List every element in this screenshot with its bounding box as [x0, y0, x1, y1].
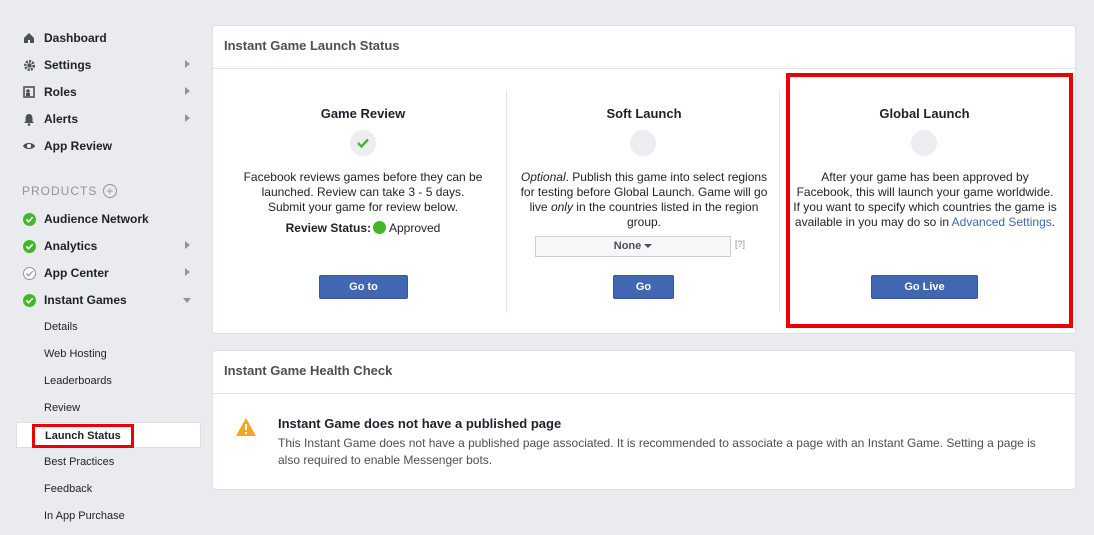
roles-icon	[22, 85, 36, 99]
approved-dot-icon	[372, 221, 386, 234]
review-status-line: Review Status: Approved	[223, 221, 503, 236]
soft-launch-text-2: in the countries listed in the region gr…	[572, 200, 759, 229]
game-review-column: Game Review Facebook reviews games befor…	[223, 70, 503, 330]
sub-item-feedback[interactable]: Feedback	[44, 481, 92, 497]
add-product-icon[interactable]: +	[103, 184, 118, 198]
nav-alerts[interactable]: Alerts	[22, 109, 194, 129]
product-label: Audience Network	[44, 212, 149, 226]
review-check-icon	[350, 130, 376, 156]
dashboard-icon	[22, 31, 36, 45]
product-instant-games[interactable]: Instant Games	[22, 290, 194, 310]
region-group-select[interactable]: None	[535, 236, 731, 257]
region-select-value: None	[613, 240, 642, 252]
soft-launch-column: Soft Launch Optional. Publish this game …	[513, 70, 775, 330]
status-check-icon	[22, 212, 36, 226]
optional-text: Optional	[520, 170, 566, 184]
review-status-value: Approved	[388, 221, 441, 235]
chevron-right-icon	[185, 60, 190, 68]
bell-icon	[22, 112, 36, 126]
product-analytics[interactable]: Analytics	[22, 236, 194, 256]
chevron-down-icon	[183, 298, 191, 303]
nav-roles-label: Roles	[44, 85, 77, 99]
product-label: Instant Games	[44, 293, 127, 307]
gear-icon	[22, 58, 36, 72]
products-header: PRODUCTS +	[22, 184, 118, 198]
game-review-description: Facebook reviews games before they can b…	[243, 170, 483, 214]
status-check-outline-icon	[22, 266, 36, 280]
products-label: PRODUCTS	[22, 184, 98, 198]
nav-alerts-label: Alerts	[44, 112, 79, 126]
product-app-center[interactable]: App Center	[22, 263, 194, 283]
game-review-title: Game Review	[320, 106, 406, 121]
warning-text: This Instant Game does not have a publis…	[278, 436, 1036, 467]
sub-item-details[interactable]: Details	[44, 319, 78, 335]
divider	[779, 90, 780, 313]
sub-item-in-app-purchase[interactable]: In App Purchase	[44, 508, 125, 524]
soft-launch-description: Optional. Publish this game into select …	[518, 170, 770, 230]
warning-icon	[235, 417, 257, 440]
go-to-review-button[interactable]: Go to Review	[319, 275, 408, 315]
health-check-panel: Instant Game Health Check Instant Game d…	[212, 350, 1076, 490]
go-live-button[interactable]: Go Live	[613, 275, 674, 315]
nav-settings-label: Settings	[44, 58, 92, 72]
global-launch-highlight	[786, 73, 1073, 328]
product-audience-network[interactable]: Audience Network	[22, 209, 194, 229]
soft-launch-status-icon	[630, 130, 656, 156]
nav-app-review-label: App Review	[44, 139, 113, 153]
nav-dashboard-label: Dashboard	[44, 31, 107, 45]
divider	[506, 90, 507, 313]
review-status-label: Review Status:	[285, 221, 371, 235]
product-label: Analytics	[44, 239, 98, 253]
product-label: App Center	[44, 266, 109, 280]
chevron-right-icon	[185, 114, 190, 122]
eye-icon	[22, 139, 36, 153]
sub-item-web-hosting[interactable]: Web Hosting	[44, 346, 107, 362]
status-check-icon	[22, 239, 36, 253]
warning-title: Instant Game does not have a published p…	[278, 416, 562, 431]
nav-roles[interactable]: Roles	[22, 82, 194, 102]
only-text: only	[550, 200, 573, 214]
nav-settings[interactable]: Settings	[22, 55, 194, 75]
chevron-right-icon	[185, 87, 190, 95]
panel-title: Instant Game Launch Status	[213, 26, 1075, 69]
nav-app-review[interactable]: App Review	[22, 136, 194, 156]
sub-item-launch-status[interactable]: Launch Status	[32, 424, 134, 448]
help-link[interactable]: [?]	[735, 239, 745, 249]
caret-down-icon	[644, 244, 653, 249]
panel-title: Instant Game Health Check	[213, 351, 1075, 394]
chevron-right-icon	[185, 268, 190, 276]
sub-item-best-practices[interactable]: Best Practices	[44, 454, 114, 470]
chevron-right-icon	[185, 241, 190, 249]
soft-launch-title: Soft Launch	[606, 106, 682, 121]
status-check-icon	[22, 293, 36, 307]
sub-item-leaderboards[interactable]: Leaderboards	[44, 373, 112, 389]
sub-item-review[interactable]: Review	[44, 400, 80, 416]
sidebar: Dashboard Settings Roles Alerts App Revi…	[0, 0, 205, 535]
nav-dashboard[interactable]: Dashboard	[22, 28, 194, 48]
